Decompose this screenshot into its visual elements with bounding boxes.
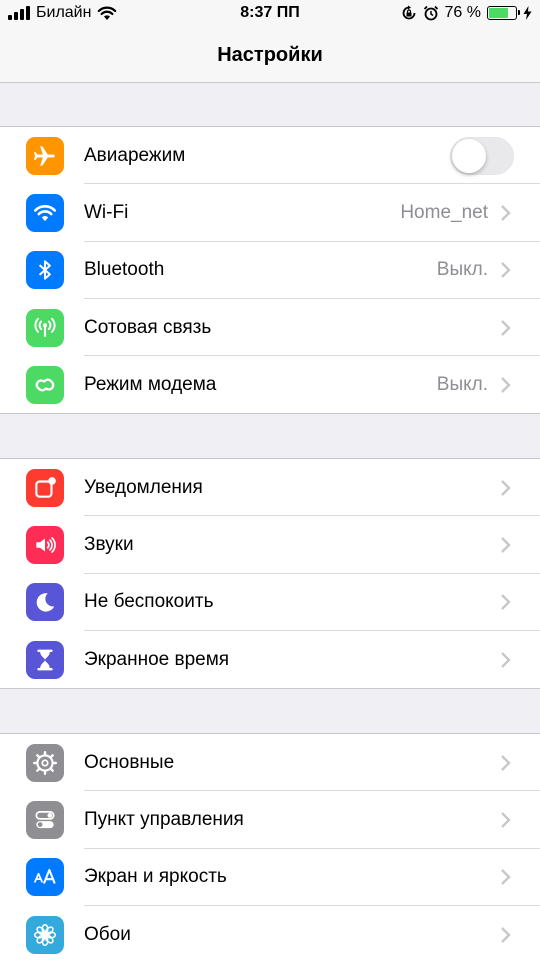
chevron-right-icon [501, 869, 511, 886]
chevron-right-icon [501, 754, 511, 771]
general-label: Основные [84, 751, 175, 773]
settings-row-notifications[interactable]: Уведомления [0, 459, 540, 517]
settings-row-sounds[interactable]: Звуки [0, 516, 540, 574]
moon-icon [26, 583, 64, 622]
do-not-disturb-label: Не беспокоить [84, 591, 214, 613]
settings-row-bluetooth[interactable]: Bluetooth Выкл. [0, 242, 540, 300]
wifi-label: Wi-Fi [84, 201, 129, 223]
text-size-icon [26, 858, 64, 897]
page-title: Настройки [217, 44, 323, 66]
chevron-right-icon [501, 479, 511, 496]
settings-row-cellular[interactable]: Сотовая связь [0, 299, 540, 357]
chevron-right-icon [501, 812, 511, 828]
control-center-label: Пункт управления [84, 808, 244, 830]
personal-hotspot-value: Выкл. [436, 373, 488, 395]
cellular-label: Сотовая связь [84, 316, 212, 338]
chevron-right-icon [501, 537, 511, 553]
flower-icon [26, 915, 64, 954]
chevron-right-icon [501, 262, 511, 279]
cellular-icon [26, 308, 64, 347]
bluetooth-icon [26, 251, 64, 290]
settings-row-control-center[interactable]: Пункт управления [0, 791, 540, 849]
charging-bolt-icon [523, 6, 532, 20]
status-right: 76 % [401, 4, 532, 22]
bluetooth-value: Выкл. [436, 259, 488, 281]
settings-row-wifi[interactable]: Wi-Fi Home_net [0, 184, 540, 242]
navigation-bar: Настройки [0, 28, 540, 83]
notifications-label: Уведомления [84, 476, 203, 498]
settings-row-wallpaper[interactable]: Обои [0, 906, 540, 963]
settings-group-general: Основные Пункт управления Экран и яркост… [0, 733, 540, 963]
notifications-icon [26, 468, 64, 507]
chevron-right-icon [501, 205, 511, 221]
airplane-mode-toggle[interactable] [450, 136, 514, 175]
rotation-lock-icon [402, 5, 415, 20]
battery-icon [487, 6, 520, 20]
settings-row-airplane-mode[interactable]: Авиарежим [0, 127, 540, 185]
chevron-right-icon [501, 376, 511, 393]
alarm-icon [423, 5, 438, 21]
settings-row-display-brightness[interactable]: Экран и яркость [0, 849, 540, 907]
airplane-icon [26, 136, 64, 175]
hourglass-icon [26, 640, 64, 679]
settings-row-screen-time[interactable]: Экранное время [0, 631, 540, 688]
speaker-icon [26, 525, 64, 564]
status-bar: Билайн 8:37 ПП 76 % [0, 0, 540, 28]
chevron-right-icon [501, 651, 511, 668]
wifi-value: Home_net [400, 201, 488, 223]
personal-hotspot-label: Режим модема [84, 373, 217, 395]
screen-time-label: Экранное время [84, 648, 230, 670]
wallpaper-label: Обои [84, 923, 131, 945]
settings-row-general[interactable]: Основные [0, 734, 540, 792]
sounds-label: Звуки [84, 533, 134, 555]
bluetooth-label: Bluetooth [84, 259, 165, 281]
airplane-mode-label: Авиарежим [84, 144, 186, 166]
chevron-right-icon [501, 594, 511, 611]
settings-row-do-not-disturb[interactable]: Не беспокоить [0, 574, 540, 632]
chevron-right-icon [501, 926, 511, 943]
battery-percent: 76 % [444, 4, 481, 21]
settings-group-connectivity: Авиарежим Wi-Fi Home_net Bluetooth Выкл. [0, 126, 540, 415]
settings-row-personal-hotspot[interactable]: Режим модема Выкл. [0, 356, 540, 413]
settings-group-notifications: Уведомления Звуки Не беспокоить Экранное… [0, 458, 540, 690]
wifi-icon [26, 193, 64, 232]
chevron-right-icon [501, 319, 511, 336]
display-brightness-label: Экран и яркость [84, 866, 227, 888]
switches-icon [26, 800, 64, 839]
gear-icon [26, 743, 64, 782]
hotspot-icon [26, 365, 64, 404]
